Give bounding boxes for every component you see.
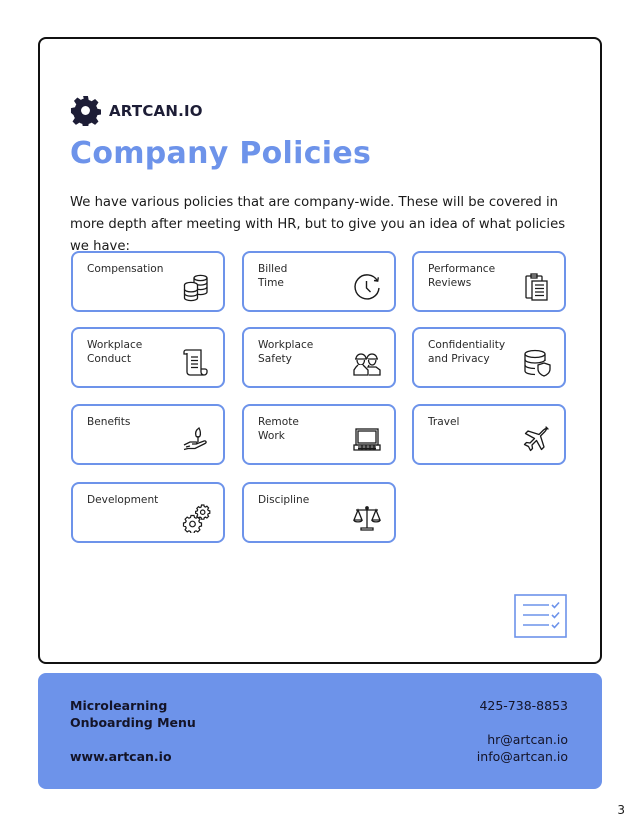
footer-website-link[interactable]: www.artcan.io [70,748,196,765]
brand-name: ARTCAN.IO [109,101,203,120]
gears-icon [181,503,211,533]
policy-card-workplace-conduct[interactable]: Workplace Conduct [71,327,225,388]
database-shield-icon [522,348,552,378]
footer-line-1: Microlearning [70,698,168,713]
policy-card-billed-time[interactable]: Billed Time [242,251,396,312]
checklist-icon [514,594,567,638]
clipboard-icon [522,272,552,302]
hard-hat-workers-icon [352,348,382,378]
intro-text: We have various policies that are compan… [70,195,566,254]
brand: ARTCAN.IO [70,95,203,126]
footer-line-2: Onboarding Menu [70,715,196,730]
airplane-icon [522,425,552,455]
footer-contacts: 425-738-8853 hr@artcan.io info@artcan.io [477,697,568,765]
coins-icon [181,272,211,302]
laptop-icon [352,425,382,455]
clock-refresh-icon [352,272,382,302]
footer-left: Microlearning Onboarding Menu www.artcan… [70,697,196,765]
policy-card-workplace-safety[interactable]: Workplace Safety [242,327,396,388]
hand-plant-icon [181,425,211,455]
policy-card-benefits[interactable]: Benefits [71,404,225,465]
gear-icon [70,95,101,126]
policy-card-performance-reviews[interactable]: Performance Reviews [412,251,566,312]
page-number: 3 [617,803,625,817]
page-title: Company Policies [70,136,372,171]
footer-email-hr[interactable]: hr@artcan.io [477,731,568,748]
footer-phone[interactable]: 425-738-8853 [477,697,568,714]
scroll-icon [181,348,211,378]
policy-card-confidentiality-privacy[interactable]: Confidentiality and Privacy [412,327,566,388]
policy-card-remote-work[interactable]: Remote Work [242,404,396,465]
policy-card-travel[interactable]: Travel [412,404,566,465]
policy-card-development[interactable]: Development [71,482,225,543]
policy-card-compensation[interactable]: Compensation [71,251,225,312]
scales-icon [352,503,382,533]
footer: Microlearning Onboarding Menu www.artcan… [38,673,602,789]
policy-card-discipline[interactable]: Discipline [242,482,396,543]
footer-email-info[interactable]: info@artcan.io [477,748,568,765]
